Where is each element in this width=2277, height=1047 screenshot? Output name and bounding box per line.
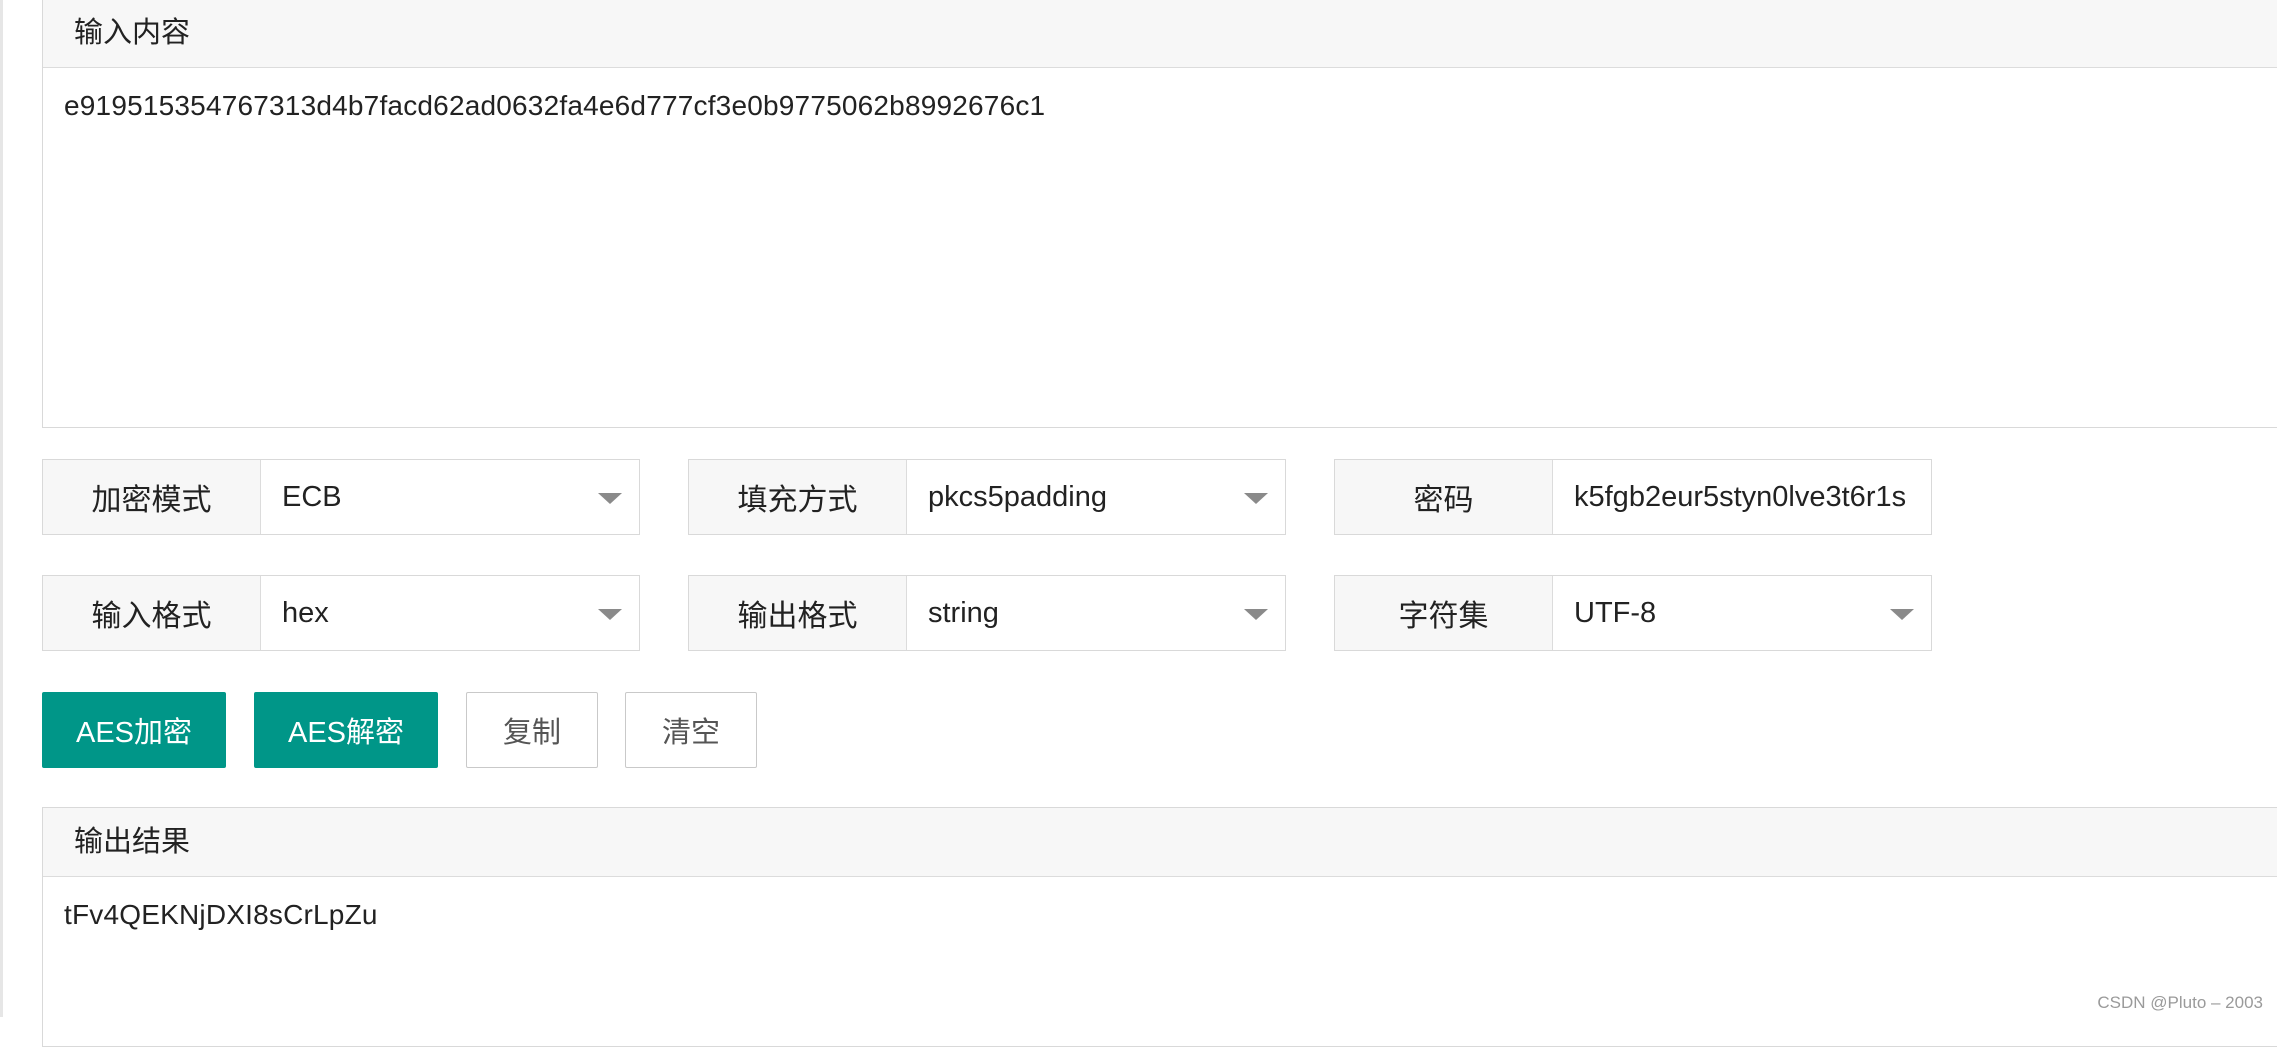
aes-encrypt-button[interactable]: AES加密 <box>42 692 226 768</box>
copy-button[interactable]: 复制 <box>466 692 598 768</box>
input-textarea[interactable]: e919515354767313d4b7facd62ad0632fa4e6d77… <box>43 68 2277 427</box>
chevron-down-icon <box>598 493 622 504</box>
output-panel: 输出结果 tFv4QEKNjDXI8sCrLpZu <box>42 807 2277 1047</box>
chevron-down-icon <box>1244 609 1268 620</box>
charset-field: 字符集 UTF-8 <box>1334 575 1932 651</box>
input-format-label: 输入格式 <box>43 576 261 650</box>
encryption-mode-value: ECB <box>282 481 342 514</box>
padding-field: 填充方式 pkcs5padding <box>688 459 1286 535</box>
charset-value: UTF-8 <box>1574 597 1656 630</box>
output-format-label: 输出格式 <box>689 576 907 650</box>
chevron-down-icon <box>598 609 622 620</box>
output-format-select[interactable]: string <box>907 576 1285 650</box>
padding-value: pkcs5padding <box>928 481 1107 514</box>
input-format-field: 输入格式 hex <box>42 575 640 651</box>
clear-button[interactable]: 清空 <box>625 692 757 768</box>
padding-select[interactable]: pkcs5padding <box>907 460 1285 534</box>
output-textarea[interactable]: tFv4QEKNjDXI8sCrLpZu <box>43 877 2277 952</box>
page-left-border <box>0 0 3 1017</box>
input-panel-title: 输入内容 <box>43 0 2277 68</box>
encryption-mode-label: 加密模式 <box>43 460 261 534</box>
password-label: 密码 <box>1335 460 1553 534</box>
encryption-mode-field: 加密模式 ECB <box>42 459 640 535</box>
input-panel: 输入内容 e919515354767313d4b7facd62ad0632fa4… <box>42 0 2277 428</box>
chevron-down-icon <box>1244 493 1268 504</box>
input-format-value: hex <box>282 597 329 630</box>
watermark: CSDN @Pluto – 2003 <box>2097 993 2263 1013</box>
password-field: 密码 k5fgb2eur5styn0lve3t6r1s <box>1334 459 1932 535</box>
output-format-value: string <box>928 597 999 630</box>
aes-decrypt-button[interactable]: AES解密 <box>254 692 438 768</box>
output-panel-title: 输出结果 <box>43 808 2277 877</box>
output-format-field: 输出格式 string <box>688 575 1286 651</box>
charset-label: 字符集 <box>1335 576 1553 650</box>
charset-select[interactable]: UTF-8 <box>1553 576 1931 650</box>
input-format-select[interactable]: hex <box>261 576 639 650</box>
password-input[interactable]: k5fgb2eur5styn0lve3t6r1s <box>1553 460 1931 534</box>
padding-label: 填充方式 <box>689 460 907 534</box>
chevron-down-icon <box>1890 609 1914 620</box>
encryption-mode-select[interactable]: ECB <box>261 460 639 534</box>
